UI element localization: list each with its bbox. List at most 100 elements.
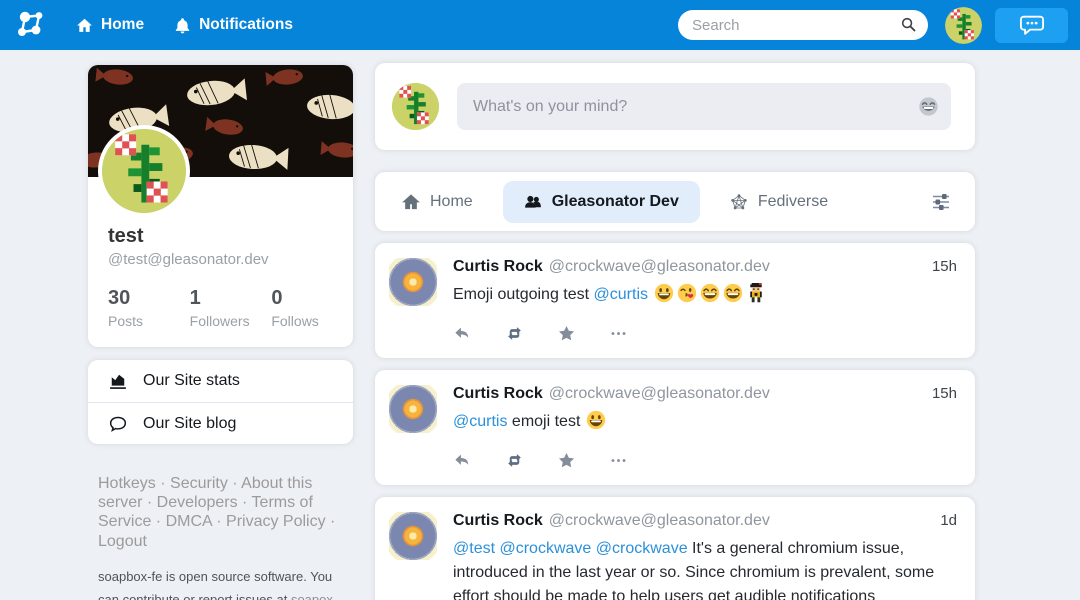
mention-link[interactable]: @crockwave <box>596 540 688 557</box>
mention-link[interactable]: @curtis <box>594 286 648 303</box>
timeline-settings-icon[interactable] <box>929 190 953 214</box>
post-author-name[interactable]: Curtis Rock <box>453 512 543 530</box>
post-author-avatar[interactable] <box>389 385 437 433</box>
stat-follows-label: Follows <box>271 313 353 329</box>
post-author-name[interactable]: Curtis Rock <box>453 258 543 276</box>
mention-link[interactable]: @curtis <box>453 413 507 430</box>
post-author-avatar[interactable] <box>389 512 437 560</box>
post-content: Emoji outgoing test @curtis <box>453 283 957 307</box>
beaming-emoji <box>723 283 743 303</box>
menu-item-site-stats[interactable]: Our Site stats <box>88 360 353 402</box>
stat-follows-value: 0 <box>271 287 353 310</box>
avatar-plant-image <box>392 83 439 130</box>
footer-link-hotkeys[interactable]: Hotkeys <box>98 475 156 492</box>
footer-link-developers[interactable]: Developers <box>157 494 238 511</box>
footer-about: soapbox-fe is open source software. You … <box>98 566 348 600</box>
account-avatar[interactable] <box>945 7 982 44</box>
nav-home-label: Home <box>101 16 144 34</box>
home-icon <box>76 17 93 34</box>
compose-field-wrap <box>457 83 951 130</box>
stat-posts-value: 30 <box>108 287 190 310</box>
repost-icon[interactable] <box>505 451 524 470</box>
tab-gleasonator-dev[interactable]: Gleasonator Dev <box>503 181 700 223</box>
favourite-star-icon[interactable] <box>557 451 576 470</box>
repost-icon[interactable] <box>505 324 524 343</box>
nav-item-home[interactable]: Home <box>76 16 144 34</box>
top-navbar: Home Notifications <box>0 0 1080 50</box>
post-timestamp[interactable]: 15h <box>922 385 957 402</box>
post-content: @test @crockwave @crockwave It's a gener… <box>453 537 957 600</box>
post-actions <box>453 451 957 470</box>
chart-icon <box>108 371 128 391</box>
compose-avatar[interactable] <box>392 83 439 130</box>
post-actions <box>453 324 957 343</box>
post-body: Curtis Rock @crockwave@gleasonator.dev 1… <box>453 512 957 600</box>
post-card: Curtis Rock @crockwave@gleasonator.dev 1… <box>375 243 975 358</box>
grinning-emoji <box>654 283 674 303</box>
grinning-emoji <box>586 410 606 430</box>
post-card: Curtis Rock @crockwave@gleasonator.dev 1… <box>375 370 975 485</box>
favourite-star-icon[interactable] <box>557 324 576 343</box>
site-stats-label: Our Site stats <box>143 372 240 390</box>
mention-link[interactable]: @test <box>453 540 495 557</box>
post-header: Curtis Rock @crockwave@gleasonator.dev 1… <box>389 512 957 600</box>
tab-fediverse-label: Fediverse <box>758 193 828 211</box>
navbar-links: Home Notifications <box>76 16 293 34</box>
chat-icon <box>1019 13 1045 37</box>
site-blog-label: Our Site blog <box>143 415 236 433</box>
post-author-name[interactable]: Curtis Rock <box>453 385 543 403</box>
sidebar-footer: Hotkeys · Security · About this server ·… <box>88 474 348 600</box>
compose-card <box>375 63 975 150</box>
reply-icon[interactable] <box>453 324 472 343</box>
search-input[interactable] <box>678 10 928 40</box>
footer-link-logout[interactable]: Logout <box>98 533 147 550</box>
post-header: Curtis Rock @crockwave@gleasonator.dev 1… <box>389 385 957 434</box>
post-author-avatar[interactable] <box>389 258 437 306</box>
more-options-icon[interactable] <box>609 324 628 343</box>
emoji-picker-icon[interactable] <box>918 96 939 117</box>
post-author-handle[interactable]: @crockwave@gleasonator.dev <box>549 258 770 276</box>
sidebar: test @test@gleasonator.dev 30 Posts 1 Fo… <box>88 65 353 600</box>
post-header: Curtis Rock @crockwave@gleasonator.dev 1… <box>389 258 957 307</box>
tab-fediverse[interactable]: Fediverse <box>728 181 830 223</box>
post-author-line: Curtis Rock @crockwave@gleasonator.dev 1… <box>453 512 957 530</box>
blog-icon <box>108 414 128 434</box>
menu-item-site-blog[interactable]: Our Site blog <box>88 402 353 444</box>
tab-home[interactable]: Home <box>400 181 475 223</box>
soapbox-logo-icon[interactable] <box>14 8 48 42</box>
footer-link-privacy-policy[interactable]: Privacy Policy <box>226 513 326 530</box>
stat-followers[interactable]: 1 Followers <box>190 287 272 329</box>
post-body: Curtis Rock @crockwave@gleasonator.dev 1… <box>453 258 957 307</box>
group-icon <box>524 193 542 211</box>
avatar-plant-image <box>102 129 186 213</box>
post-content: @curtis emoji test <box>453 410 957 434</box>
post-card: Curtis Rock @crockwave@gleasonator.dev 1… <box>375 497 975 600</box>
stat-followers-value: 1 <box>190 287 272 310</box>
stat-followers-label: Followers <box>190 313 272 329</box>
search-bar <box>678 10 928 40</box>
timeline-posts: Curtis Rock @crockwave@gleasonator.dev 1… <box>375 243 975 600</box>
search-icon[interactable] <box>900 16 917 33</box>
stat-posts-label: Posts <box>108 313 190 329</box>
post-author-handle[interactable]: @crockwave@gleasonator.dev <box>549 512 770 530</box>
mention-link[interactable]: @crockwave <box>499 540 591 557</box>
post-timestamp[interactable]: 15h <box>922 258 957 275</box>
footer-link-security[interactable]: Security <box>170 475 228 492</box>
reply-icon[interactable] <box>453 451 472 470</box>
post-author-line: Curtis Rock @crockwave@gleasonator.dev 1… <box>453 385 957 403</box>
page-content: test @test@gleasonator.dev 30 Posts 1 Fo… <box>0 50 1080 600</box>
chat-button[interactable] <box>995 8 1068 43</box>
profile-card: test @test@gleasonator.dev 30 Posts 1 Fo… <box>88 65 353 347</box>
tab-gleasonator-dev-label: Gleasonator Dev <box>552 193 679 211</box>
post-author-handle[interactable]: @crockwave@gleasonator.dev <box>549 385 770 403</box>
fediverse-icon <box>730 193 748 211</box>
footer-link-dmca[interactable]: DMCA <box>166 513 212 530</box>
stat-follows[interactable]: 0 Follows <box>271 287 353 329</box>
post-timestamp[interactable]: 1d <box>930 512 957 529</box>
profile-avatar[interactable] <box>98 125 190 217</box>
more-options-icon[interactable] <box>609 451 628 470</box>
footer-links: Hotkeys · Security · About this server ·… <box>98 474 348 551</box>
compose-input[interactable] <box>457 98 951 116</box>
nav-item-notifications[interactable]: Notifications <box>174 16 293 34</box>
stat-posts[interactable]: 30 Posts <box>108 287 190 329</box>
